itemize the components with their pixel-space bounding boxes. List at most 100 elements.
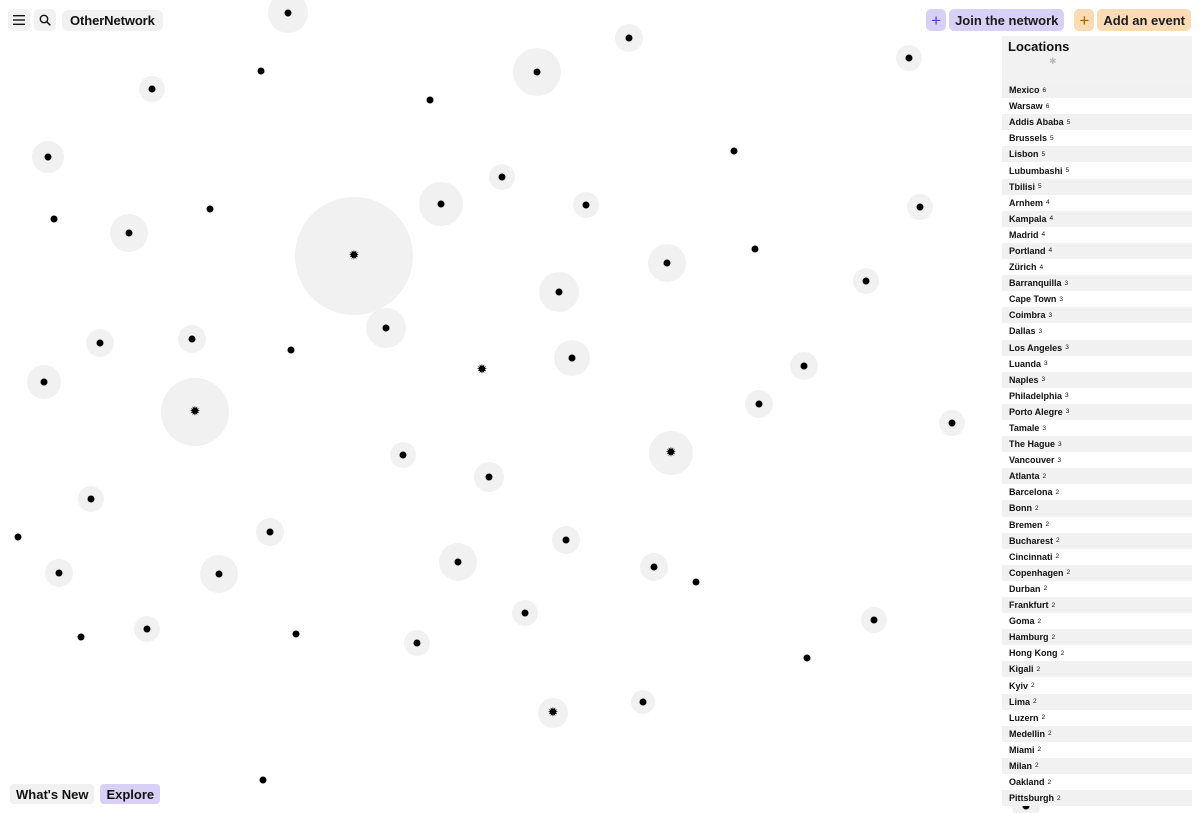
locations-panel[interactable]: Locations ✱ Mexico 6 Warsaw 6 Addis Ababa 5 Br… bbox=[1002, 36, 1192, 806]
join-plus-icon[interactable]: + bbox=[926, 9, 947, 31]
location-item[interactable]: Dallas 3 bbox=[1002, 323, 1192, 340]
whats-new-button[interactable]: What's New bbox=[10, 784, 95, 804]
location-item[interactable]: Hong Kong 2 bbox=[1002, 645, 1192, 662]
event-star-icon: ✹ bbox=[190, 405, 201, 420]
location-item[interactable]: Bonn 2 bbox=[1002, 500, 1192, 517]
location-count: 2 bbox=[1055, 488, 1060, 496]
add-event-plus-icon[interactable]: + bbox=[1074, 9, 1095, 31]
location-count: 3 bbox=[1042, 424, 1046, 432]
location-count: 3 bbox=[1057, 456, 1062, 464]
node-dot bbox=[582, 201, 590, 209]
node-dot bbox=[87, 495, 95, 503]
node-dot bbox=[663, 259, 671, 267]
location-name: Barcelona bbox=[1009, 487, 1053, 498]
location-item[interactable]: The Hague 3 bbox=[1002, 436, 1192, 453]
explore-button[interactable]: Explore bbox=[100, 784, 161, 804]
location-count: 3 bbox=[1064, 279, 1069, 287]
location-name: Dallas bbox=[1009, 326, 1036, 337]
location-item[interactable]: Coimbra 3 bbox=[1002, 307, 1192, 324]
search-button[interactable] bbox=[34, 9, 56, 31]
location-name: Durban bbox=[1009, 583, 1041, 594]
location-item[interactable]: Luanda 3 bbox=[1002, 355, 1192, 372]
location-count: 2 bbox=[1031, 682, 1035, 690]
node-dot bbox=[498, 173, 506, 181]
location-item[interactable]: Barranquilla 3 bbox=[1002, 275, 1192, 292]
location-name: Brussels bbox=[1009, 133, 1048, 144]
location-count: 3 bbox=[1065, 392, 1069, 400]
node-dot bbox=[454, 558, 462, 566]
location-item[interactable]: Los Angeles 3 bbox=[1002, 339, 1192, 356]
location-item[interactable]: Atlanta 2 bbox=[1002, 468, 1192, 485]
location-count: 5 bbox=[1038, 183, 1042, 191]
node-dot bbox=[437, 200, 445, 208]
location-item[interactable]: Philadelphia 3 bbox=[1002, 387, 1192, 404]
node-dot bbox=[639, 698, 647, 706]
menu-button[interactable] bbox=[8, 9, 30, 31]
location-item[interactable]: Bucharest 2 bbox=[1002, 532, 1192, 549]
location-item[interactable]: Cape Town 3 bbox=[1002, 291, 1192, 308]
node-dot bbox=[485, 473, 493, 481]
location-item[interactable]: Medellin 2 bbox=[1002, 725, 1192, 742]
add-event-button[interactable]: Add an event bbox=[1097, 9, 1191, 31]
location-item[interactable]: Naples 3 bbox=[1002, 371, 1192, 388]
location-count: 2 bbox=[1045, 521, 1050, 529]
location-name: Lubumbashi bbox=[1009, 165, 1063, 176]
node-dot bbox=[916, 203, 924, 211]
location-item[interactable]: Zürich 4 bbox=[1002, 259, 1192, 276]
location-item[interactable]: Vancouver 3 bbox=[1002, 452, 1192, 469]
location-item[interactable]: Miami 2 bbox=[1002, 741, 1192, 758]
location-item[interactable]: Durban 2 bbox=[1002, 580, 1192, 597]
location-item[interactable]: Lima 2 bbox=[1002, 693, 1192, 710]
location-count: 2 bbox=[1055, 553, 1060, 561]
location-item[interactable]: Tbilisi 5 bbox=[1002, 178, 1192, 195]
node-dot bbox=[426, 96, 434, 104]
location-item[interactable]: Hamburg 2 bbox=[1002, 629, 1192, 646]
location-item[interactable]: Pittsburgh 2 bbox=[1002, 790, 1192, 806]
location-name: Hong Kong bbox=[1009, 648, 1058, 659]
node-dot bbox=[77, 633, 85, 641]
node-halos bbox=[27, 0, 1040, 813]
location-item[interactable]: Arnhem 4 bbox=[1002, 194, 1192, 211]
location-item[interactable]: Kyiv 2 bbox=[1002, 677, 1192, 694]
location-item[interactable]: Kampala 4 bbox=[1002, 210, 1192, 227]
node-dot bbox=[143, 625, 151, 633]
location-name: Zürich bbox=[1009, 262, 1037, 273]
node-dot bbox=[948, 419, 956, 427]
join-network-button[interactable]: Join the network bbox=[949, 9, 1065, 31]
location-count: 5 bbox=[1041, 150, 1046, 158]
location-item[interactable]: Barcelona 2 bbox=[1002, 484, 1192, 501]
location-item[interactable]: Luzern 2 bbox=[1002, 709, 1192, 726]
location-item[interactable]: Bremen 2 bbox=[1002, 516, 1192, 533]
location-item[interactable]: Madrid 4 bbox=[1002, 226, 1192, 243]
location-count: 2 bbox=[1036, 665, 1041, 673]
location-item[interactable]: Mexico 6 bbox=[1002, 82, 1192, 99]
location-item[interactable]: Lisbon 5 bbox=[1002, 146, 1192, 163]
location-count: 4 bbox=[1049, 215, 1054, 223]
location-item[interactable]: Porto Alegre 3 bbox=[1002, 403, 1192, 420]
node-dot bbox=[96, 339, 104, 347]
location-item[interactable]: Oakland 2 bbox=[1002, 774, 1192, 791]
location-item[interactable]: Lubumbashi 5 bbox=[1002, 162, 1192, 179]
location-item[interactable]: Tamale 3 bbox=[1002, 419, 1192, 437]
node-dot bbox=[148, 85, 156, 93]
location-item[interactable]: Portland 4 bbox=[1002, 242, 1192, 260]
app-title[interactable]: OtherNetwork bbox=[62, 9, 163, 31]
location-item[interactable]: Addis Ababa 5 bbox=[1002, 114, 1192, 131]
location-item[interactable]: Milan 2 bbox=[1002, 757, 1192, 775]
event-star-icon: ✹ bbox=[349, 249, 360, 264]
location-item[interactable]: Copenhagen 2 bbox=[1002, 564, 1192, 581]
node-dot bbox=[730, 147, 738, 155]
location-name: Luzern bbox=[1009, 712, 1039, 723]
search-icon bbox=[39, 14, 51, 26]
location-name: Kigali bbox=[1009, 664, 1034, 675]
location-item[interactable]: Warsaw 6 bbox=[1002, 98, 1192, 115]
node-dot bbox=[284, 9, 292, 17]
location-count: 6 bbox=[1042, 86, 1047, 94]
node-dot bbox=[257, 67, 265, 75]
location-item[interactable]: Frankfurt 2 bbox=[1002, 597, 1192, 614]
location-item[interactable]: Goma 2 bbox=[1002, 613, 1192, 630]
location-item[interactable]: Cincinnati 2 bbox=[1002, 548, 1192, 565]
location-item[interactable]: Kigali 2 bbox=[1002, 661, 1192, 678]
location-name: Milan bbox=[1009, 760, 1033, 771]
location-item[interactable]: Brussels 5 bbox=[1002, 130, 1192, 147]
